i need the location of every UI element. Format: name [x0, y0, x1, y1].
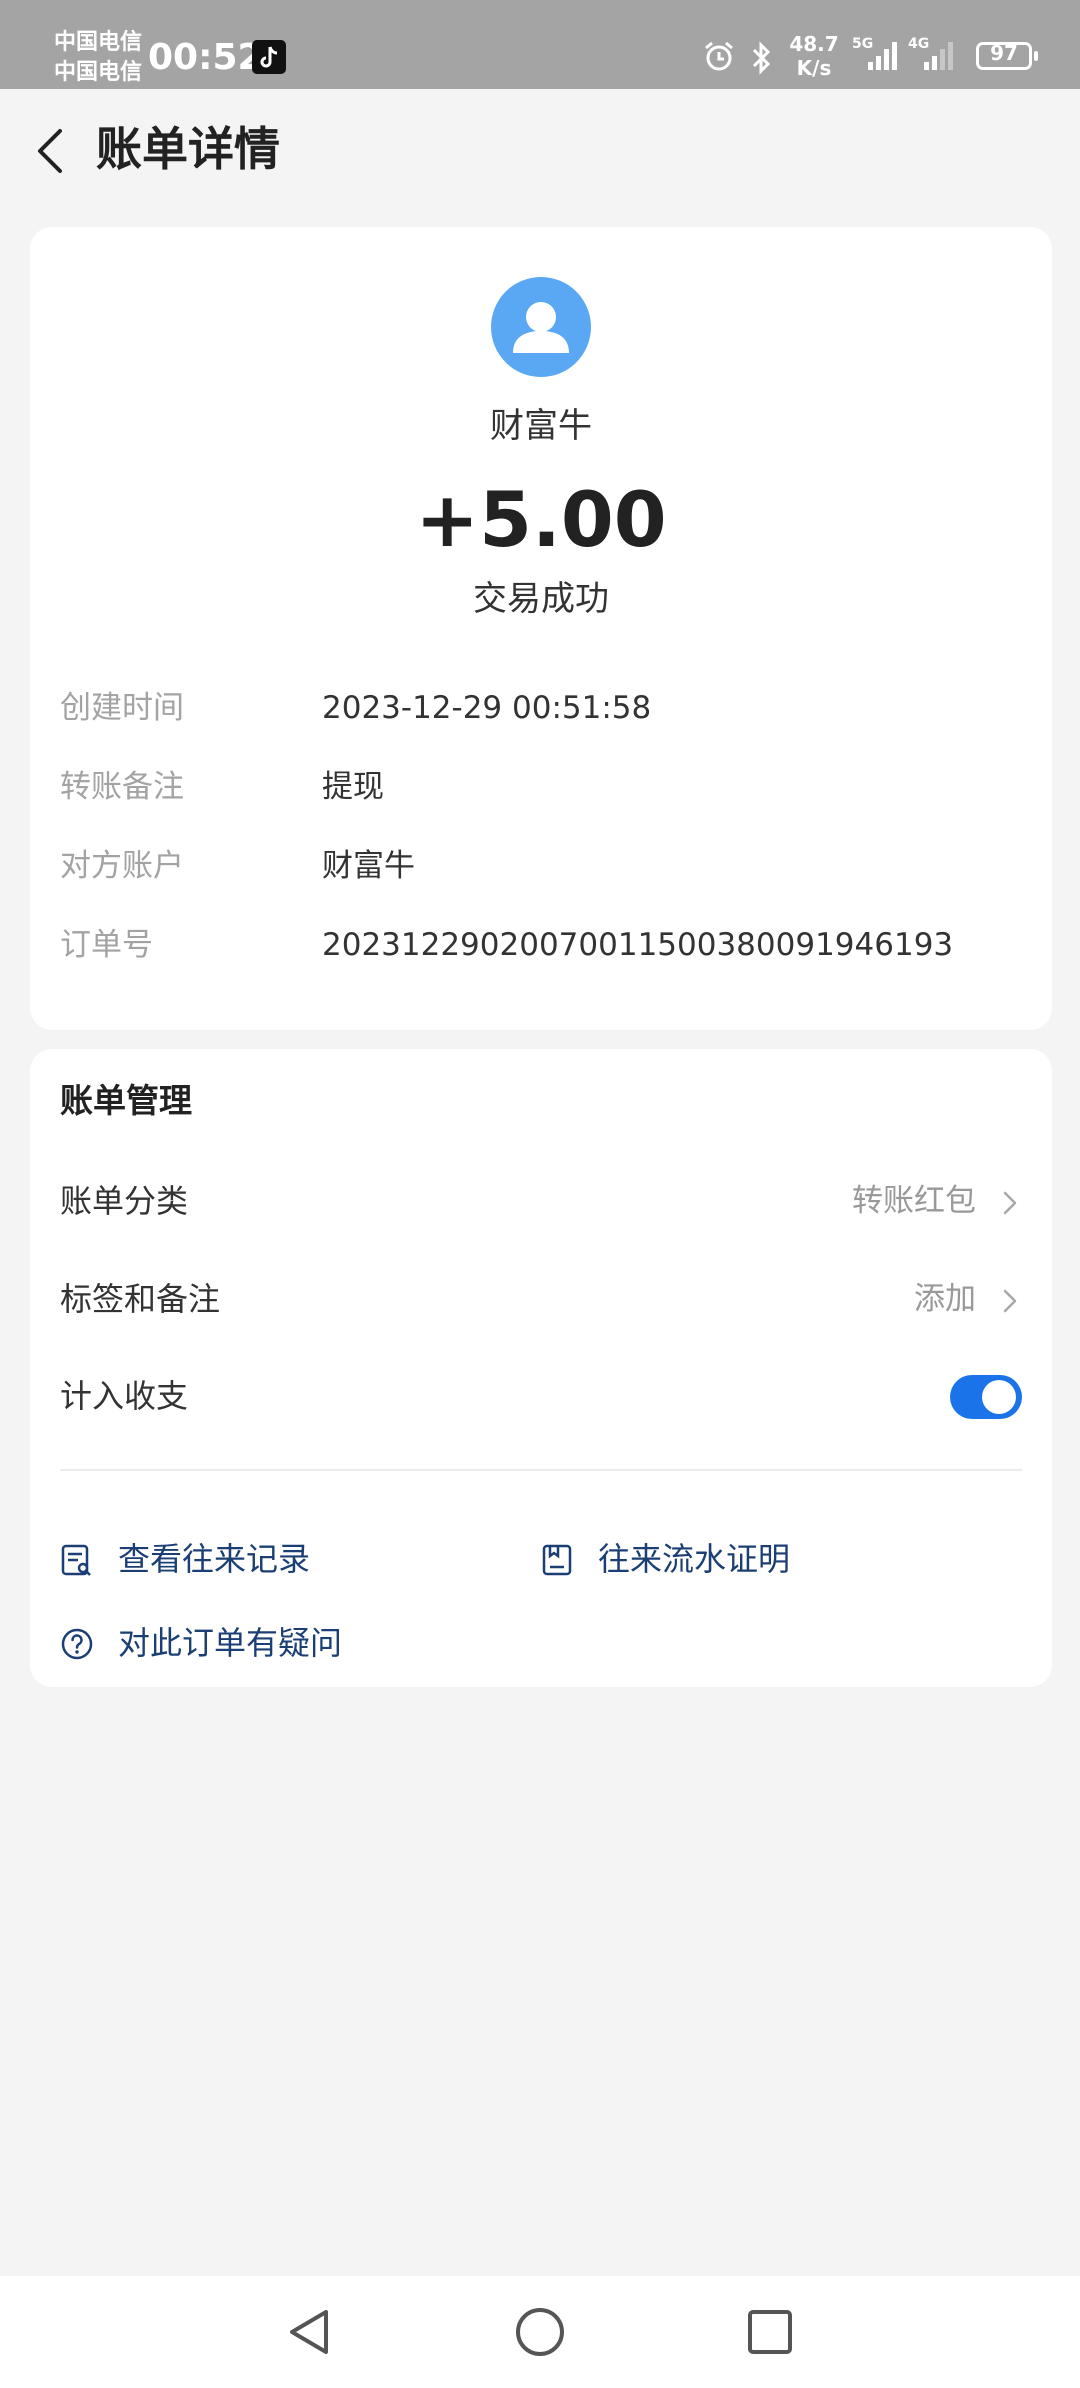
chevron-right-icon: [1003, 1289, 1017, 1313]
tags-notes-value: 添加: [914, 1281, 976, 1317]
bill-category-label: 账单分类: [60, 1182, 189, 1220]
statement-proof-link[interactable]: 往来流水证明: [540, 1532, 980, 1586]
tiktok-icon: [252, 40, 286, 74]
detail-row-order-number: 订单号 20231229020070011500380091946193: [60, 920, 1022, 970]
section-title: 账单管理: [60, 1081, 192, 1120]
system-nav-bar: [0, 2276, 1080, 2388]
carrier-2: 中国电信: [54, 60, 143, 85]
include-in-budget-row: 计入收支: [60, 1366, 1022, 1426]
detail-value: 2023-12-29 00:51:58: [322, 690, 652, 726]
header: 账单详情: [0, 89, 1080, 209]
detail-label: 订单号: [60, 927, 153, 963]
order-question-link[interactable]: 对此订单有疑问: [60, 1616, 500, 1670]
net-speed-value: 48.7: [789, 32, 839, 56]
chevron-right-icon: [1003, 1191, 1017, 1215]
view-history-link[interactable]: 查看往来记录: [60, 1532, 500, 1586]
view-history-text: 查看往来记录: [118, 1540, 311, 1578]
bluetooth-icon: [752, 41, 771, 75]
detail-label: 创建时间: [60, 690, 184, 726]
battery-icon: 97: [976, 41, 1038, 70]
alarm-icon: [705, 41, 733, 71]
nav-recents-icon[interactable]: [742, 2304, 798, 2360]
record-search-icon: [61, 1544, 91, 1576]
detail-value: 提现: [322, 769, 384, 805]
bill-category-row[interactable]: 账单分类 转账红包: [60, 1171, 1022, 1231]
bill-management-card: 账单管理 账单分类 转账红包 标签和备注 添加 计入收支 查看往来记录 往来流水…: [30, 1049, 1052, 1687]
statement-proof-text: 往来流水证明: [598, 1540, 791, 1578]
tags-notes-label: 标签和备注: [60, 1280, 221, 1318]
battery-level: 97: [990, 41, 1018, 65]
divider: [60, 1469, 1022, 1471]
nav-back-icon[interactable]: [282, 2304, 338, 2360]
bill-category-value: 转账红包: [852, 1183, 976, 1219]
detail-row-counterparty: 对方账户 财富牛: [60, 841, 1022, 891]
detail-value: 财富牛: [322, 848, 415, 884]
transaction-status: 交易成功: [473, 579, 609, 619]
page-title: 账单详情: [96, 122, 280, 176]
detail-value[interactable]: 20231229020070011500380091946193: [322, 920, 953, 970]
detail-row-created-time: 创建时间 2023-12-29 00:51:58: [60, 683, 1022, 733]
amount: +5.00: [415, 475, 667, 564]
carrier-1: 中国电信: [54, 30, 143, 55]
user-icon: [513, 302, 569, 353]
question-circle-icon: [61, 1628, 93, 1660]
carrier-names: 中国电信 中国电信: [54, 28, 142, 88]
signal-1-icon: [868, 42, 897, 70]
document-icon: [542, 1544, 572, 1576]
include-in-budget-label: 计入收支: [60, 1377, 189, 1415]
net-speed: 48.7 K/s: [784, 32, 844, 80]
order-question-text: 对此订单有疑问: [118, 1624, 343, 1662]
payee-name: 财富牛: [490, 406, 592, 446]
include-in-budget-toggle[interactable]: [950, 1375, 1022, 1419]
detail-row-transfer-note: 转账备注 提现: [60, 762, 1022, 812]
status-time: 00:52: [148, 37, 263, 78]
transaction-summary-card: 财富牛 +5.00 交易成功 创建时间 2023-12-29 00:51:58 …: [30, 227, 1052, 1030]
nav-home-icon[interactable]: [512, 2304, 568, 2360]
tags-notes-row[interactable]: 标签和备注 添加: [60, 1269, 1022, 1329]
detail-label: 转账备注: [60, 769, 184, 805]
net-speed-unit: K/s: [796, 56, 832, 80]
status-icons: 48.7 K/s 5G 4G 97: [702, 28, 1038, 84]
payee-avatar[interactable]: [491, 277, 591, 377]
status-bar: 中国电信 中国电信 00:52 48.7 K/s 5G 4G 97: [0, 0, 1080, 89]
back-arrow-icon[interactable]: [30, 125, 70, 177]
detail-label: 对方账户: [60, 848, 184, 884]
signal-2-icon: [924, 42, 953, 70]
toggle-knob: [982, 1380, 1016, 1414]
